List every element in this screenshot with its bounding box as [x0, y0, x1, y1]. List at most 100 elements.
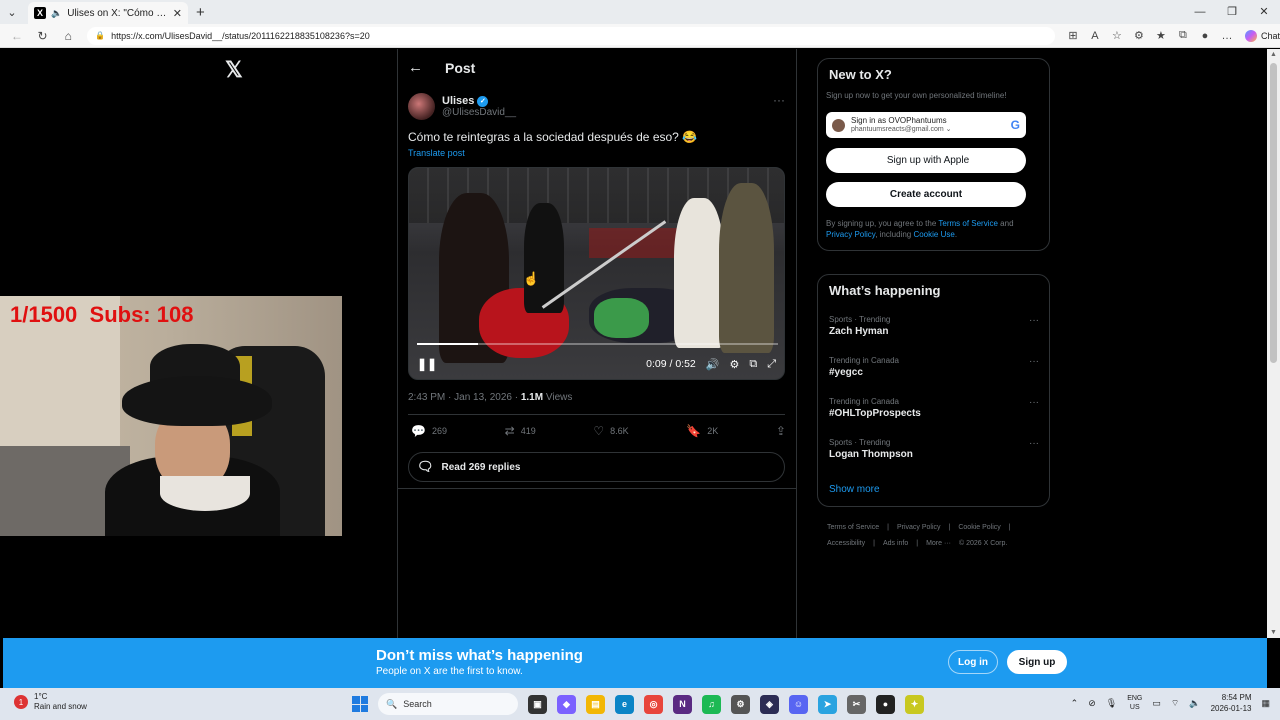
maximize-button[interactable]: ❐	[1216, 0, 1248, 24]
discord-icon[interactable]: ☺	[789, 694, 808, 714]
clock[interactable]: 8:54 PM 2026-01-13	[1211, 692, 1252, 714]
volume-icon[interactable]: 🔊	[706, 358, 720, 371]
create-account-button[interactable]: Create account	[826, 182, 1026, 207]
avatar[interactable]	[408, 93, 435, 120]
extensions-icon[interactable]: ⚙	[1131, 29, 1147, 42]
share-button[interactable]: ⇪	[776, 424, 786, 438]
trend-item[interactable]: Sports · Trending Logan Thompson ···	[829, 438, 1039, 460]
repost-button[interactable]: ⇄ 419	[505, 424, 536, 438]
footer-link-more[interactable]: More ···	[926, 540, 951, 547]
chrome-icon[interactable]: ◎	[644, 694, 663, 714]
footer-link-terms[interactable]: Terms of Service	[827, 524, 879, 531]
video-player[interactable]: ☝ ❚❚ 0:09 / 0:52 🔊 ⚙ ⧉ ⤢	[408, 167, 785, 380]
app-icon[interactable]: ◈	[760, 694, 779, 714]
copilot-app-icon[interactable]: ◆	[557, 694, 576, 714]
signup-button[interactable]: Sign up	[1007, 650, 1067, 674]
taskbar-search[interactable]: 🔍 Search	[378, 693, 518, 715]
copilot-chat-button[interactable]: Chat	[1244, 29, 1280, 42]
trend-more-icon[interactable]: ···	[1029, 397, 1039, 408]
display-icon[interactable]: ▭	[1152, 698, 1161, 709]
app-icon[interactable]: ✦	[905, 694, 924, 714]
trend-item[interactable]: Sports · Trending Zach Hyman ···	[829, 315, 1039, 337]
login-button[interactable]: Log in	[948, 650, 998, 674]
post-timestamp[interactable]: 2:43 PM · Jan 13, 2026 ·	[408, 392, 521, 403]
chevron-up-icon[interactable]: ⌃	[1071, 698, 1079, 709]
speaker-icon[interactable]: 🔈	[51, 8, 62, 19]
footer-link-ads[interactable]: Ads info	[883, 540, 908, 547]
scroll-down-icon[interactable]: ▼	[1270, 629, 1277, 636]
nzxt-icon[interactable]: N	[673, 694, 692, 714]
new-tab-button[interactable]: +	[196, 4, 205, 21]
browser-tab[interactable]: X 🔈 Ulises on X: "Cómo te reintegras a l…	[28, 2, 188, 24]
google-signin-button[interactable]: Sign in as OVOPhantuums phantuumsreacts@…	[826, 112, 1026, 138]
trend-name: Logan Thompson	[829, 449, 913, 460]
spotify-icon[interactable]: ♫	[702, 694, 721, 714]
more-options-icon[interactable]: ···	[773, 93, 785, 107]
fullscreen-icon[interactable]: ⤢	[767, 358, 776, 371]
trend-item[interactable]: Trending in Canada #yegcc ···	[829, 356, 1039, 378]
picture-in-picture-icon[interactable]: ⧉	[749, 358, 757, 371]
close-window-button[interactable]: ✕	[1248, 0, 1280, 24]
profile-icon[interactable]: ●	[1197, 30, 1213, 42]
page-scrollbar[interactable]: ▲ ▼	[1267, 49, 1280, 638]
address-bar[interactable]: 🔒 https://x.com/UlisesDavid__/status/201…	[87, 26, 1055, 45]
microphone-icon[interactable]: 🎙	[1106, 698, 1117, 709]
footer-link-cookie[interactable]: Cookie Policy	[958, 524, 1000, 531]
back-arrow-icon[interactable]: ←	[408, 59, 423, 76]
refresh-button[interactable]: ↻	[32, 26, 54, 46]
footer-link-accessibility[interactable]: Accessibility	[827, 540, 865, 547]
lock-icon[interactable]: 🔒	[95, 31, 105, 40]
task-view-icon[interactable]: ▣	[528, 694, 547, 714]
start-button-icon[interactable]	[352, 696, 368, 712]
video-progress-bar[interactable]	[417, 343, 778, 345]
read-replies-button[interactable]: 🗨 Read 269 replies	[408, 452, 785, 482]
settings-gear-icon[interactable]: ⚙	[729, 358, 739, 371]
telegram-icon[interactable]: ➤	[818, 694, 837, 714]
read-aloud-icon[interactable]: A	[1087, 30, 1103, 42]
like-button[interactable]: ♡ 8.6K	[593, 424, 628, 438]
wifi-icon[interactable]: ⌔	[1171, 698, 1179, 709]
reply-button[interactable]: 💬 269	[411, 424, 447, 438]
edge-icon[interactable]: e	[615, 694, 634, 714]
pause-icon[interactable]: ❚❚	[417, 357, 437, 371]
trend-more-icon[interactable]: ···	[1029, 356, 1039, 367]
volume-tray-icon[interactable]: 🔈	[1189, 698, 1200, 709]
more-menu-icon[interactable]: …	[1219, 30, 1235, 42]
app-icon[interactable]: ⊞	[1065, 29, 1081, 42]
post-author[interactable]: Ulises ✓ @UlisesDavid__	[408, 93, 516, 120]
tab-actions-menu-icon[interactable]: ⌄	[0, 0, 24, 24]
minimize-button[interactable]: —	[1184, 0, 1216, 24]
trend-more-icon[interactable]: ···	[1029, 438, 1039, 449]
chevron-down-icon: ⌄	[945, 126, 952, 133]
back-button[interactable]: ←	[6, 26, 28, 46]
privacy-policy-link[interactable]: Privacy Policy	[826, 230, 875, 239]
lang-top: ENG	[1127, 695, 1143, 702]
weather-widget[interactable]: 1 1°C Rain and snow	[14, 692, 87, 712]
translate-post-link[interactable]: Translate post	[408, 148, 465, 158]
author-name[interactable]: Ulises	[442, 95, 474, 107]
footer-link-privacy[interactable]: Privacy Policy	[897, 524, 941, 531]
scrollbar-thumb[interactable]	[1270, 63, 1277, 363]
trend-item[interactable]: Trending in Canada #OHLTopProspects ···	[829, 397, 1039, 419]
collections-icon[interactable]: ⧉	[1175, 29, 1191, 42]
trend-more-icon[interactable]: ···	[1029, 315, 1039, 326]
bookmark-button[interactable]: 🔖 2K	[686, 424, 718, 438]
home-button[interactable]: ⌂	[57, 26, 79, 46]
scroll-up-icon[interactable]: ▲	[1270, 51, 1277, 58]
file-explorer-icon[interactable]: ▤	[586, 694, 605, 714]
snipping-tool-icon[interactable]: ✂	[847, 694, 866, 714]
author-handle[interactable]: @UlisesDavid__	[442, 107, 516, 118]
language-indicator[interactable]: ENG US	[1127, 694, 1142, 712]
close-tab-icon[interactable]: ✕	[173, 7, 182, 20]
favorite-star-icon[interactable]: ☆	[1109, 29, 1125, 42]
notification-icon[interactable]: ▦	[1261, 698, 1270, 709]
network-icon[interactable]: ⊘	[1088, 698, 1096, 709]
x-logo-icon[interactable]: 𝕏	[225, 57, 243, 83]
cookie-use-link[interactable]: Cookie Use	[913, 230, 954, 239]
favorites-icon[interactable]: ★	[1153, 29, 1169, 42]
terms-of-service-link[interactable]: Terms of Service	[938, 219, 998, 228]
obs-icon[interactable]: ●	[876, 694, 895, 714]
apple-signup-button[interactable]: Sign up with Apple	[826, 148, 1026, 173]
settings-icon[interactable]: ⚙	[731, 694, 750, 714]
show-more-link[interactable]: Show more	[829, 484, 880, 495]
